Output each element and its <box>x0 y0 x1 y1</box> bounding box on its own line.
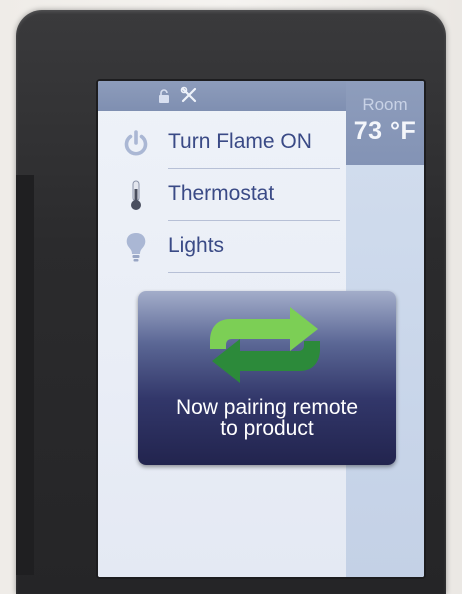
light-bulb-icon <box>126 233 146 262</box>
pairing-message: Now pairing remote to product <box>175 396 359 440</box>
thermometer-icon <box>131 180 141 210</box>
menu-item-flame[interactable]: Turn Flame ON <box>98 117 346 169</box>
remote-device: Room 73 °F Turn Flame ON Thermostat Ligh… <box>16 10 446 594</box>
menu-item-label: Lights <box>168 234 225 257</box>
lock-icon[interactable] <box>158 89 170 103</box>
tools-icon[interactable] <box>180 86 198 104</box>
room-temperature-panel: Room 73 °F <box>346 81 424 165</box>
status-bar <box>98 81 346 111</box>
menu-item-label: Turn Flame ON <box>168 130 312 153</box>
divider <box>168 272 340 273</box>
pairing-dialog: Now pairing remote to product <box>138 291 396 465</box>
menu-item-thermostat[interactable]: Thermostat <box>98 169 346 221</box>
sync-icon <box>210 307 320 383</box>
touch-screen: Room 73 °F Turn Flame ON Thermostat Ligh… <box>96 79 426 579</box>
power-icon <box>124 130 148 156</box>
room-label: Room <box>362 95 408 114</box>
menu-item-label: Thermostat <box>168 182 275 205</box>
room-temperature-value: 73 °F <box>353 117 417 145</box>
device-side-edge <box>16 175 34 575</box>
menu-item-lights[interactable]: Lights <box>98 221 346 273</box>
